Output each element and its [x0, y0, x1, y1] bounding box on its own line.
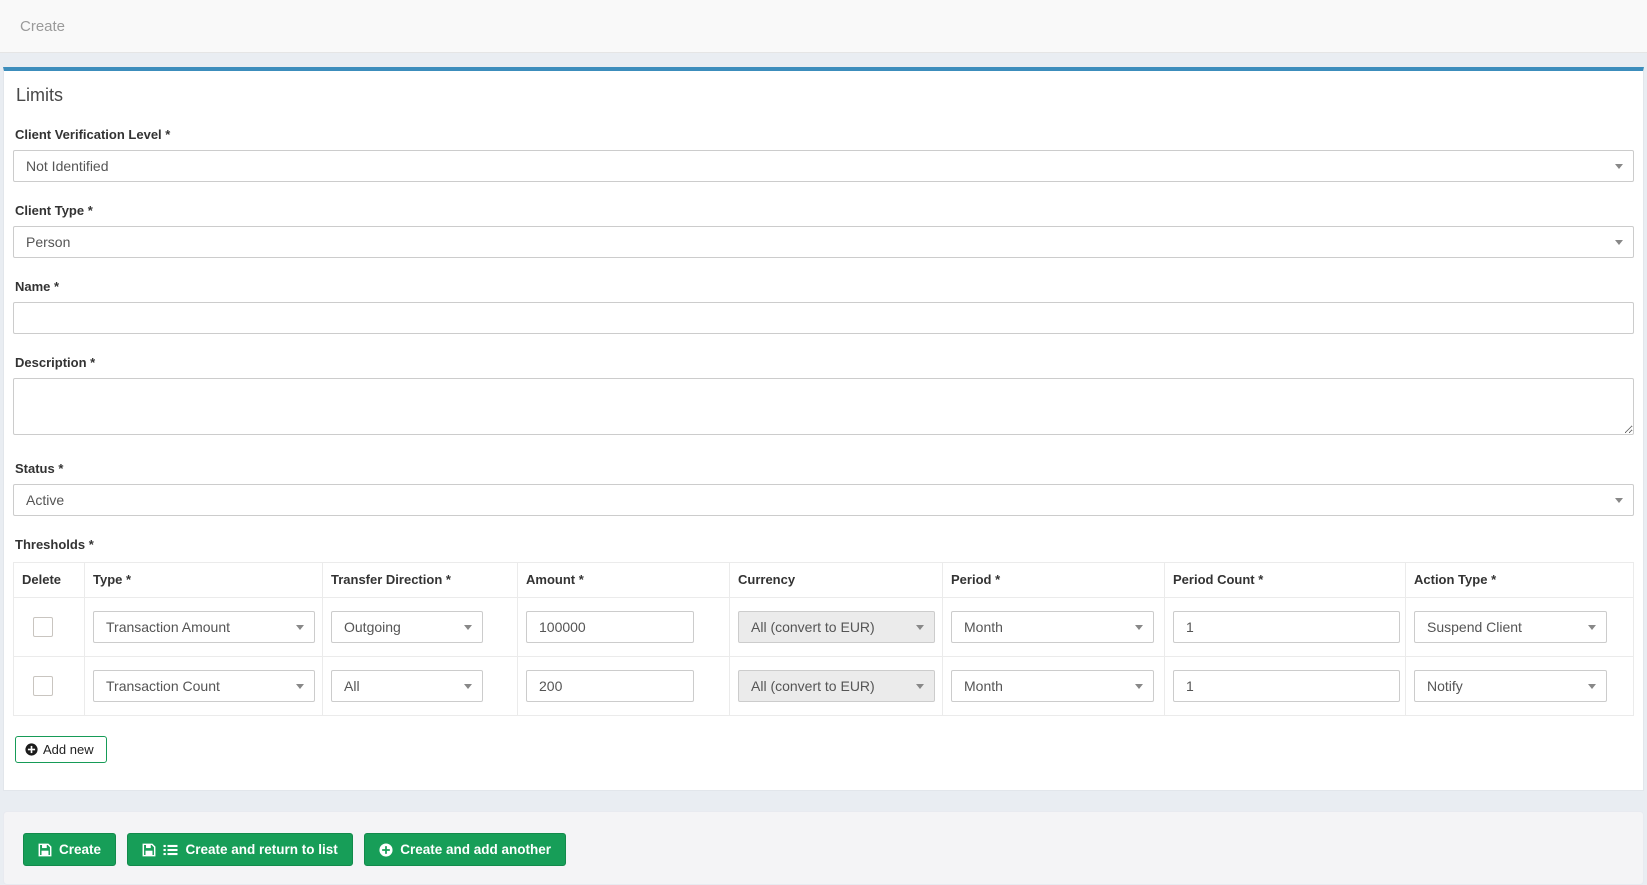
column-header-currency: Currency — [730, 563, 943, 598]
status-label: Status * — [15, 461, 1634, 476]
field-thresholds: Thresholds * Delete Type * Transfer Dire… — [13, 537, 1634, 763]
client-verification-level-label: Client Verification Level * — [15, 127, 1634, 142]
action-type-select[interactable]: Notify — [1414, 670, 1607, 702]
caret-down-icon — [1588, 684, 1596, 689]
selected-value: Not Identified — [26, 158, 109, 174]
name-label: Name * — [15, 279, 1634, 294]
page-title: Create — [20, 18, 65, 35]
transfer-direction-select[interactable]: Outgoing — [331, 611, 483, 643]
form-actions: Create Create and return to list Create … — [3, 811, 1644, 885]
caret-down-icon — [464, 625, 472, 630]
create-and-add-label: Create and add another — [400, 842, 551, 857]
period-count-input[interactable] — [1173, 670, 1400, 702]
client-type-select[interactable]: Person — [13, 226, 1634, 258]
caret-down-icon — [1588, 625, 1596, 630]
caret-down-icon — [1615, 498, 1623, 503]
page-header: Create — [0, 0, 1647, 53]
column-header-delete: Delete — [14, 563, 85, 598]
create-and-add-button[interactable]: Create and add another — [364, 833, 566, 866]
caret-down-icon — [1135, 625, 1143, 630]
column-header-period-count: Period Count * — [1165, 563, 1406, 598]
description-textarea[interactable] — [13, 378, 1634, 435]
delete-checkbox[interactable] — [33, 676, 53, 696]
currency-select[interactable]: All (convert to EUR) — [738, 670, 935, 702]
period-count-input[interactable] — [1173, 611, 1400, 643]
column-header-period: Period * — [943, 563, 1165, 598]
amount-input[interactable] — [526, 670, 694, 702]
save-icon — [142, 843, 156, 857]
description-label: Description * — [15, 355, 1634, 370]
limits-panel: Limits Client Verification Level * Not I… — [3, 67, 1644, 791]
threshold-row: Transaction Amount Outgoing All (convert… — [14, 598, 1634, 657]
create-button[interactable]: Create — [23, 833, 116, 866]
selected-value: Person — [26, 234, 70, 250]
column-header-type: Type * — [85, 563, 323, 598]
period-select[interactable]: Month — [951, 611, 1154, 643]
required-marker: * — [88, 203, 93, 218]
caret-down-icon — [296, 625, 304, 630]
threshold-row: Transaction Count All All (convert to EU… — [14, 657, 1634, 716]
create-label: Create — [59, 842, 101, 857]
caret-down-icon — [1615, 240, 1623, 245]
column-header-amount: Amount * — [518, 563, 730, 598]
caret-down-icon — [1135, 684, 1143, 689]
transfer-direction-select[interactable]: All — [331, 670, 483, 702]
plus-circle-icon — [379, 843, 393, 857]
action-type-select[interactable]: Suspend Client — [1414, 611, 1607, 643]
required-marker: * — [90, 355, 95, 370]
create-and-return-label: Create and return to list — [185, 842, 337, 857]
caret-down-icon — [916, 625, 924, 630]
plus-circle-icon — [25, 743, 38, 756]
status-select[interactable]: Active — [13, 484, 1634, 516]
client-type-label: Client Type * — [15, 203, 1634, 218]
field-name: Name * — [13, 279, 1634, 334]
list-icon — [163, 843, 178, 857]
type-select[interactable]: Transaction Amount — [93, 611, 315, 643]
thresholds-table: Delete Type * Transfer Direction * Amoun… — [13, 562, 1634, 716]
column-header-transfer-direction: Transfer Direction * — [323, 563, 518, 598]
panel-title: Limits — [16, 84, 1634, 106]
name-input[interactable] — [13, 302, 1634, 334]
caret-down-icon — [464, 684, 472, 689]
add-new-button[interactable]: Add new — [15, 736, 107, 763]
required-marker: * — [58, 461, 63, 476]
required-marker: * — [89, 537, 94, 552]
create-and-return-button[interactable]: Create and return to list — [127, 833, 352, 866]
thresholds-header-row: Delete Type * Transfer Direction * Amoun… — [14, 563, 1634, 598]
save-icon — [38, 843, 52, 857]
amount-input[interactable] — [526, 611, 694, 643]
client-verification-level-select[interactable]: Not Identified — [13, 150, 1634, 182]
period-select[interactable]: Month — [951, 670, 1154, 702]
type-select[interactable]: Transaction Count — [93, 670, 315, 702]
caret-down-icon — [916, 684, 924, 689]
thresholds-label: Thresholds * — [15, 537, 1634, 552]
caret-down-icon — [1615, 164, 1623, 169]
required-marker: * — [54, 279, 59, 294]
delete-checkbox[interactable] — [33, 617, 53, 637]
column-header-action-type: Action Type * — [1406, 563, 1634, 598]
caret-down-icon — [296, 684, 304, 689]
field-description: Description * — [13, 355, 1634, 440]
required-marker: * — [165, 127, 170, 142]
field-client-verification-level: Client Verification Level * Not Identifi… — [13, 127, 1634, 182]
currency-select[interactable]: All (convert to EUR) — [738, 611, 935, 643]
add-new-label: Add new — [43, 742, 94, 757]
selected-value: Active — [26, 492, 64, 508]
field-status: Status * Active — [13, 461, 1634, 516]
field-client-type: Client Type * Person — [13, 203, 1634, 258]
